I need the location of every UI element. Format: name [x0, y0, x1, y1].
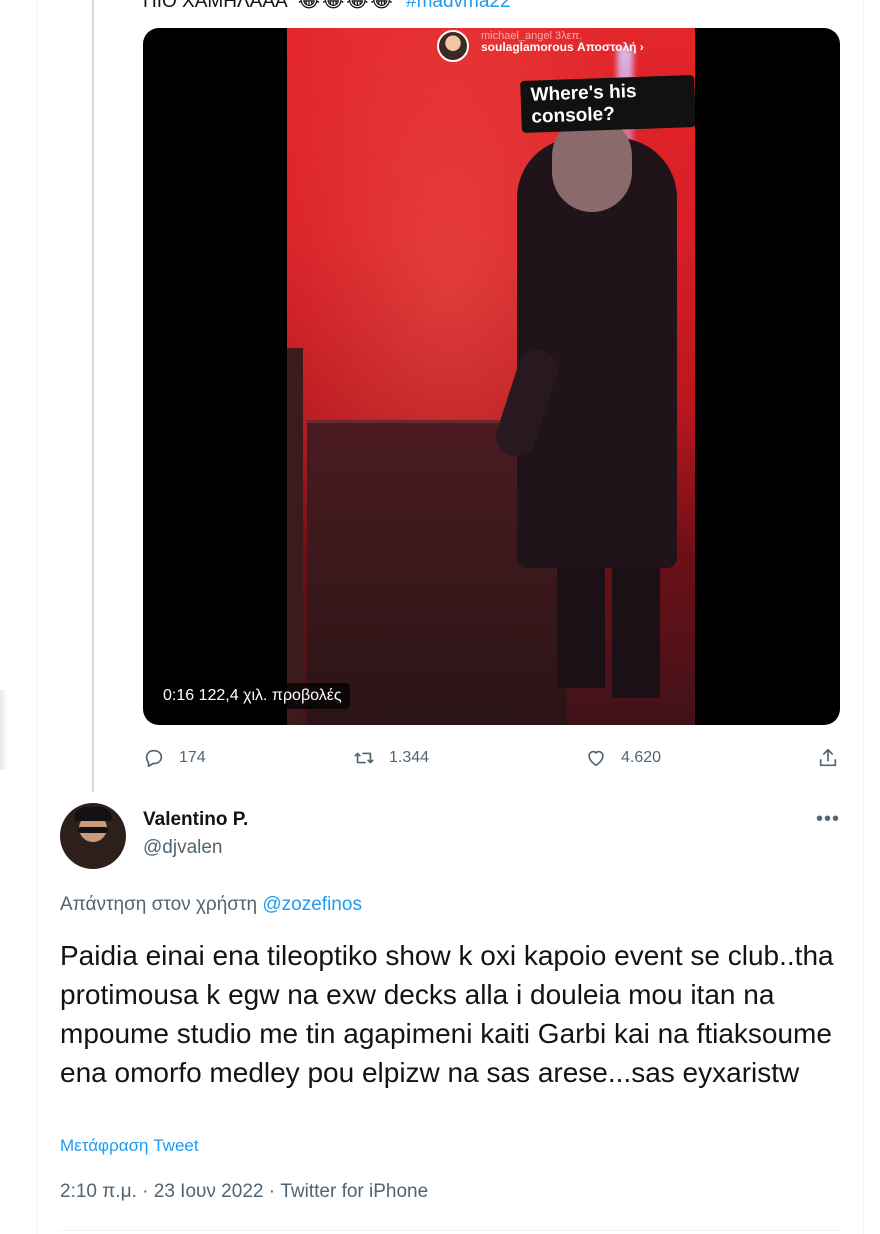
retweet-button[interactable]: 1.344 — [353, 742, 429, 774]
video-time-views: 0:16 122,4 χιλ. προβολές — [155, 683, 350, 709]
side-shadow — [0, 690, 8, 770]
laughing-emoji-icons: 😂😂😂😂 — [297, 0, 395, 12]
reply-count: 174 — [179, 749, 206, 766]
previous-tweet-text-start: ΠΙΟ ΧΑΜΗΛΑΑΑ — [143, 0, 287, 12]
user-handle[interactable]: @djvalen — [143, 837, 223, 859]
like-count: 4.620 — [621, 749, 662, 766]
avatar[interactable] — [60, 803, 126, 869]
avatar-hair — [74, 807, 112, 821]
translate-tweet-link[interactable]: Μετάφραση Tweet — [60, 1136, 199, 1156]
reply-to-line: Απάντηση στον χρήστη @zozefinos — [60, 894, 362, 916]
person-leg — [557, 548, 605, 688]
retweet-count: 1.344 — [389, 749, 430, 766]
video-player[interactable]: michael_angel 3λεπ. soulaglamorous Αποστ… — [143, 28, 840, 725]
reply-to-mention-link[interactable]: @zozefinos — [262, 894, 362, 915]
previous-tweet-text: ΠΙΟ ΧΑΜΗΛΑΑΑ 😂😂😂😂 #madvma22 — [143, 0, 511, 13]
share-button[interactable] — [817, 742, 839, 774]
reply-button[interactable]: 174 — [143, 742, 206, 774]
share-icon — [819, 748, 837, 767]
hashtag-link[interactable]: #madvma22 — [406, 0, 511, 12]
desk-side — [287, 348, 303, 725]
tweet-actions: 174 1.344 4.620 — [143, 742, 840, 774]
tweet-timestamp-source[interactable]: 2:10 π.μ. · 23 Ιουν 2022 · Twitter for i… — [60, 1181, 428, 1203]
thread-connector-line — [92, 0, 94, 792]
avatar-glasses — [78, 827, 108, 833]
more-options-icon[interactable]: ••• — [816, 808, 840, 831]
tweet-text: Paidia einai ena tileoptiko show k oxi k… — [60, 940, 834, 1088]
story-header: michael_angel 3λεπ. soulaglamorous Αποστ… — [437, 28, 695, 62]
like-button[interactable]: 4.620 — [585, 742, 661, 774]
reply-to-prefix: Απάντηση στον χρήστη — [60, 894, 258, 915]
divider — [60, 1230, 840, 1231]
display-name[interactable]: Valentino P. — [143, 809, 248, 831]
retweet-icon — [354, 752, 374, 764]
person-leg — [612, 548, 660, 698]
story-username-main: soulaglamorous Αποστολή › — [481, 40, 644, 54]
laughing-emoji-icon: 😂 — [617, 104, 639, 124]
video-frame: michael_angel 3λεπ. soulaglamorous Αποστ… — [287, 28, 695, 725]
video-caption: Where's his console? — [520, 74, 695, 134]
heart-icon — [588, 750, 604, 767]
reply-icon — [145, 749, 163, 768]
story-avatar — [437, 30, 469, 62]
